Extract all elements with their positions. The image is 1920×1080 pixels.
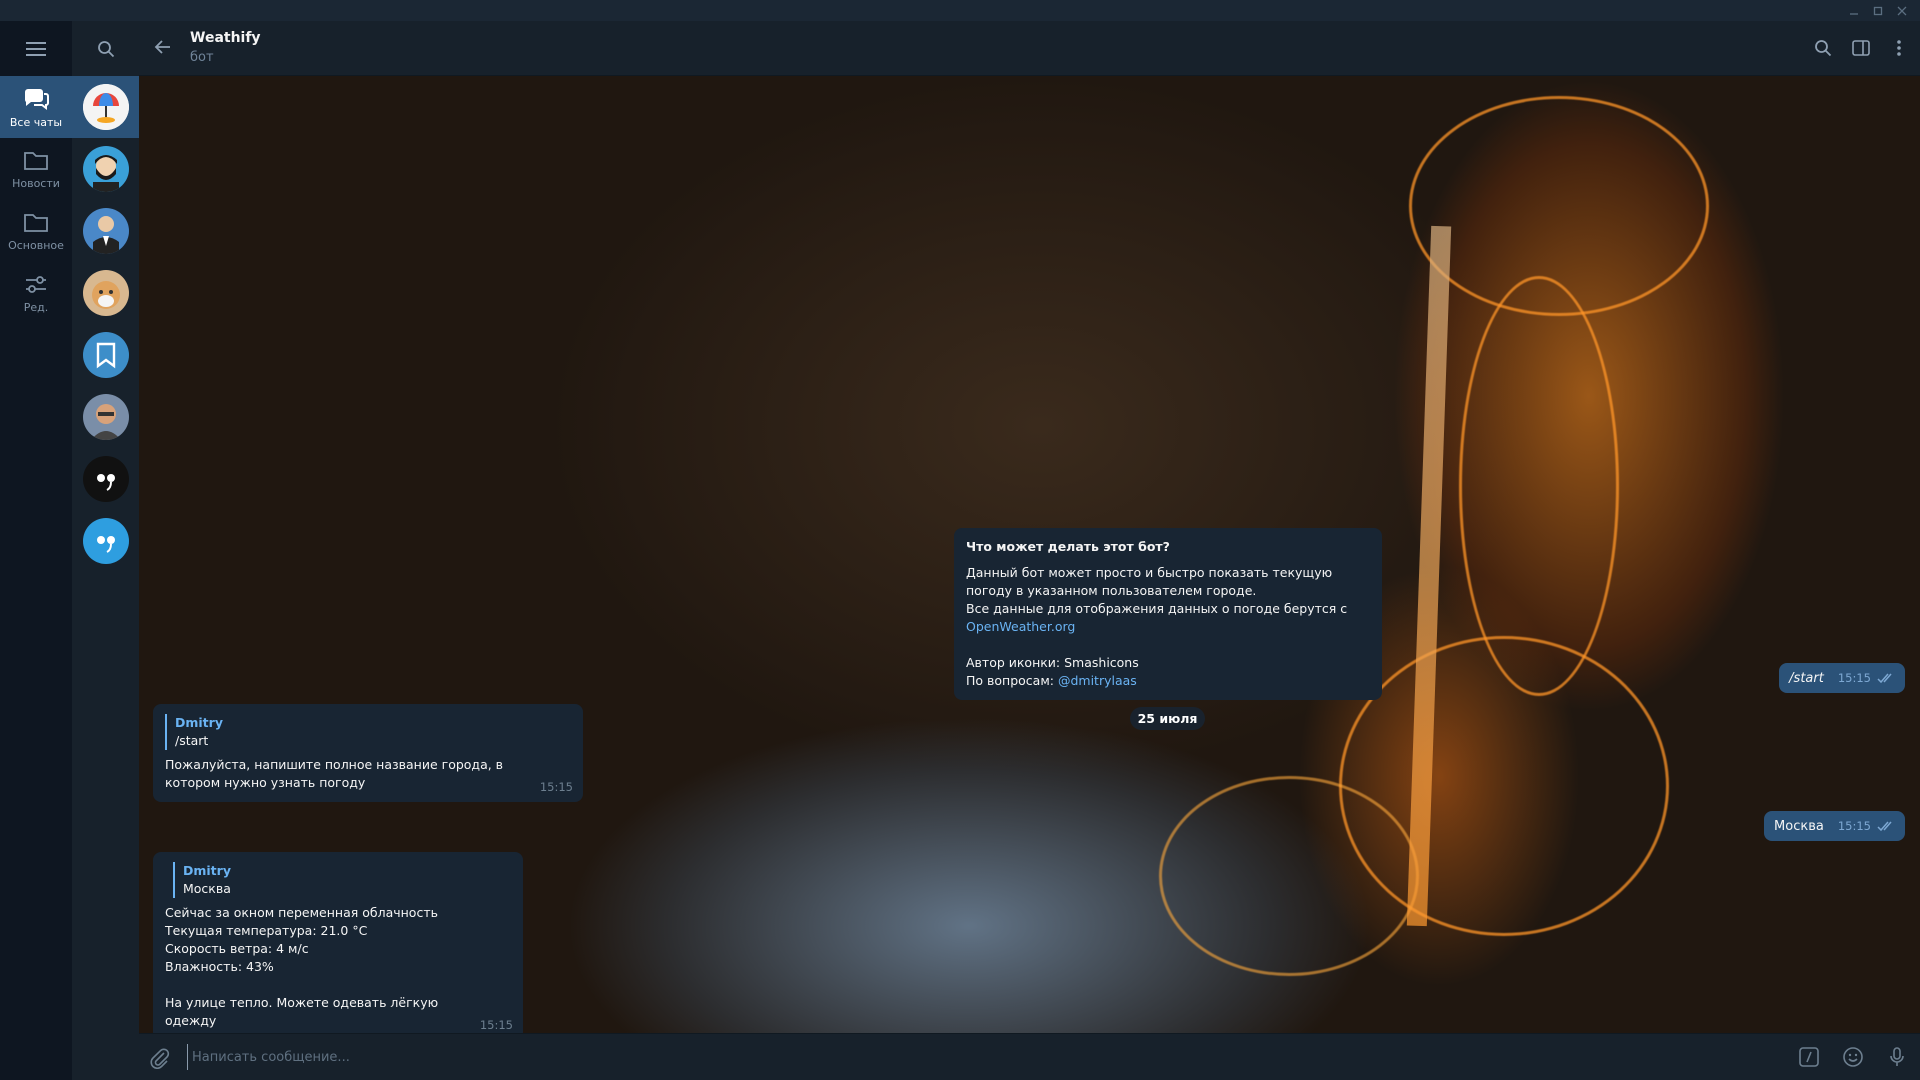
window-titlebar	[0, 0, 1920, 21]
chat-item-weathify[interactable]	[72, 76, 139, 138]
message-out[interactable]: Москва 15:15	[1764, 811, 1905, 841]
search-icon[interactable]	[72, 21, 139, 76]
message-out[interactable]: /start 15:15	[1779, 663, 1905, 693]
close-icon[interactable]	[1890, 1, 1914, 21]
chat-list	[72, 21, 139, 1080]
message-in[interactable]: Dmitry Москва Сейчас за окном переменная…	[153, 852, 523, 1033]
emoji-icon[interactable]	[1842, 1046, 1864, 1072]
folder-label: Основное	[8, 238, 64, 252]
folder-edit[interactable]: Ред.	[0, 262, 72, 324]
message-time: 15:15	[479, 1018, 513, 1032]
folder-main[interactable]: Основное	[0, 200, 72, 262]
folder-label: Ред.	[23, 300, 49, 314]
chat-title[interactable]: Weathify	[190, 30, 261, 46]
maximize-icon[interactable]	[1866, 1, 1890, 21]
more-vertical-icon[interactable]	[1888, 37, 1910, 59]
bot-info-title: Что может делать этот бот?	[966, 539, 1170, 554]
message-text: Москва	[1774, 818, 1824, 834]
bot-commands-icon[interactable]	[1798, 1046, 1820, 1072]
reply-author: Dmitry	[175, 715, 223, 730]
message-text: Текущая температура: 21.0 °C	[165, 923, 368, 938]
reply-quote[interactable]: Dmitry Москва	[173, 862, 511, 898]
chat-item-saved[interactable]	[72, 324, 139, 386]
chat-subtitle: бот	[190, 50, 214, 65]
menu-icon[interactable]	[0, 21, 72, 76]
message-text: Сейчас за окном переменная облачность	[165, 905, 438, 920]
author-link[interactable]: @dmitrylaas	[1058, 673, 1137, 688]
folder-news[interactable]: Новости	[0, 138, 72, 200]
back-arrow-icon[interactable]	[153, 37, 173, 61]
man-avatar	[82, 394, 129, 440]
bot-info-text: Все данные для отображения данных о пого…	[966, 601, 1348, 616]
chat-item[interactable]	[72, 510, 139, 572]
weathify-avatar	[82, 84, 129, 130]
reply-text: /start	[175, 733, 209, 748]
wallpaper-filament	[1159, 776, 1419, 976]
folder-label: Все чаты	[9, 115, 63, 129]
chat-item[interactable]	[72, 262, 139, 324]
bot-info-text: Данный бот может просто и быстро показат…	[966, 565, 1333, 598]
message-input[interactable]	[187, 1044, 1687, 1070]
attach-icon[interactable]	[149, 1047, 171, 1073]
edit-filters-icon	[23, 273, 49, 298]
double-check-icon	[1877, 672, 1895, 684]
man-in-suit-avatar	[82, 208, 129, 254]
folder-label: Новости	[12, 176, 60, 190]
message-time: 15:15	[1837, 671, 1871, 685]
message-text: Скорость ветра: 4 м/с	[165, 941, 309, 956]
message-in[interactable]: Dmitry /start Пожалуйста, напишите полно…	[153, 704, 583, 802]
message-text: Влажность: 43%	[165, 959, 274, 974]
message-text: /start	[1789, 670, 1824, 686]
double-check-icon	[1877, 820, 1895, 832]
cat-avatar	[82, 270, 129, 316]
dark-face-avatar	[82, 456, 129, 502]
message-time: 15:15	[539, 780, 573, 794]
message-time: 15:15	[1837, 819, 1871, 833]
sidebar-toggle-icon[interactable]	[1850, 37, 1872, 59]
folder-all-chats[interactable]: Все чаты	[0, 76, 72, 138]
message-composer	[139, 1033, 1920, 1080]
message-text: На улице тепло. Можете одевать лёгкую од…	[165, 995, 439, 1028]
chat-item[interactable]	[72, 138, 139, 200]
chats-icon	[22, 86, 50, 113]
search-icon[interactable]	[1812, 37, 1834, 59]
reply-quote[interactable]: Dmitry /start	[165, 714, 571, 750]
reply-author: Dmitry	[183, 863, 231, 878]
saved-messages-avatar	[82, 332, 129, 378]
wallpaper-filament	[1459, 276, 1619, 696]
chat-item[interactable]	[72, 448, 139, 510]
chat-item[interactable]	[72, 200, 139, 262]
bearded-man-avatar	[82, 146, 129, 192]
chat-header: Weathify бот	[139, 21, 1920, 76]
blue-face-avatar	[82, 518, 129, 564]
chat-area: Что может делать этот бот? Данный бот мо…	[139, 76, 1920, 1033]
folder-icon	[23, 149, 49, 174]
folder-icon	[23, 211, 49, 236]
microphone-icon[interactable]	[1886, 1046, 1908, 1072]
folders-sidebar: Все чаты Новости Основное Ред.	[0, 21, 72, 1080]
reply-text: Москва	[183, 881, 231, 896]
minimize-icon[interactable]	[1842, 1, 1866, 21]
bot-info-text: Автор иконки: Smashicons	[966, 655, 1139, 670]
openweather-link[interactable]: OpenWeather.org	[966, 618, 1370, 636]
chat-item[interactable]	[72, 386, 139, 448]
bot-info-text: По вопросам:	[966, 673, 1054, 688]
bot-info-card: Что может делать этот бот? Данный бот мо…	[954, 528, 1382, 700]
message-text: Пожалуйста, напишите полное название гор…	[165, 757, 504, 790]
date-pill: 25 июля	[1130, 707, 1205, 730]
